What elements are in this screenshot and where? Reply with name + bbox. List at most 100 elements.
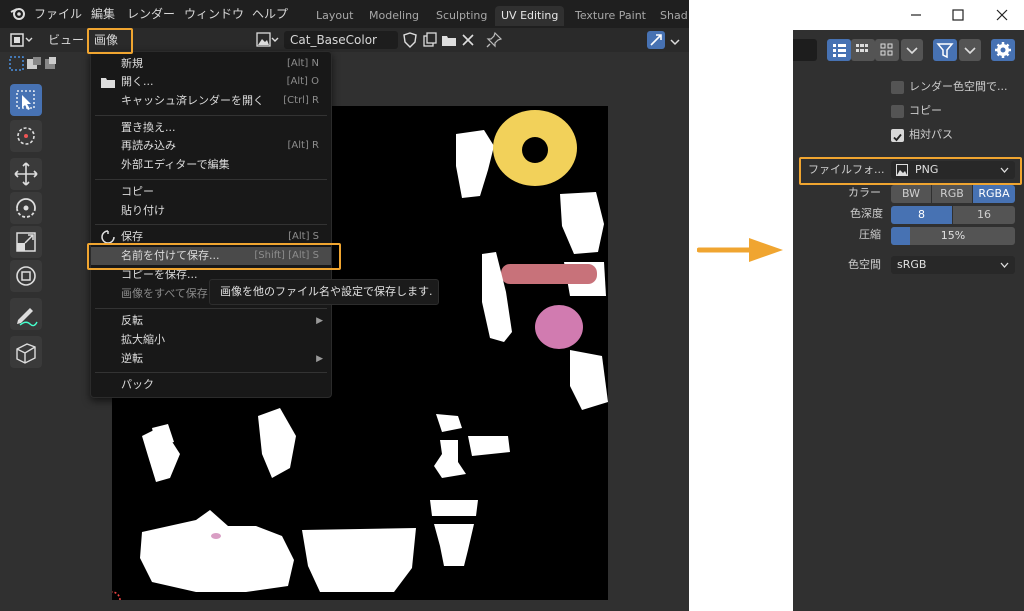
submenu-arrow-icon: ▶ [316, 354, 323, 364]
view-options-dropdown[interactable] [901, 39, 923, 61]
scale-tool[interactable] [10, 226, 42, 258]
menu-item-label: パック [121, 378, 154, 391]
menu-item-label: 外部エディターで編集 [121, 158, 230, 171]
menu-item-pack[interactable]: パック [91, 376, 331, 394]
highlight-image-menu [87, 28, 133, 54]
colorspace-label: 色空間 [848, 258, 881, 271]
select-mode-icon[interactable] [9, 56, 57, 72]
path-field[interactable] [793, 39, 817, 61]
menu-item-label: 新規 [121, 57, 143, 70]
tab-shading[interactable]: Shad [654, 6, 689, 26]
vertical-list-view-button[interactable] [827, 39, 851, 61]
copy-label: コピー [909, 104, 942, 117]
screenshot-root: ファイル 編集 レンダー ウィンドウ ヘルプ Layout Modeling S… [0, 0, 1024, 611]
tab-texture-paint[interactable]: Texture Paint [569, 6, 652, 26]
menu-separator [95, 179, 327, 180]
horizontal-list-view-button[interactable] [851, 39, 875, 61]
copy-checkbox[interactable] [891, 105, 904, 118]
minimize-icon[interactable] [910, 5, 922, 31]
tab-layout[interactable]: Layout [310, 6, 359, 26]
sample-tool[interactable] [10, 336, 42, 368]
color-bw-option[interactable]: BW [891, 185, 931, 203]
blender-window: ファイル 編集 レンダー ウィンドウ ヘルプ Layout Modeling S… [0, 0, 689, 611]
relative-path-checkbox[interactable] [891, 129, 904, 142]
file-browser-toolbar [793, 34, 1024, 66]
menu-item-open-cached-render[interactable]: キャッシュ済レンダーを開く [Ctrl] R [91, 92, 331, 110]
render-colorspace-checkbox[interactable] [891, 81, 904, 94]
menu-separator [95, 308, 327, 309]
menu-item-shortcut: [Alt] O [286, 76, 319, 87]
menu-item-label: 貼り付け [121, 204, 165, 217]
menu-item-label: 逆転 [121, 352, 143, 365]
menu-separator [95, 372, 327, 373]
colorspace-dropdown[interactable]: sRGB [891, 256, 1015, 274]
menu-separator [95, 115, 327, 116]
menu-item-open[interactable]: 開く... [Alt] O [91, 73, 331, 91]
move-tool[interactable] [10, 158, 42, 190]
settings-gear-button[interactable] [991, 39, 1015, 61]
rotate-tool[interactable] [10, 192, 42, 224]
color-label: カラー [848, 186, 881, 199]
menu-item-invert[interactable]: 逆転 ▶ [91, 350, 331, 368]
file-browser-settings-window: レンダー色空間で... コピー 相対パス ファイルフォ... PNG カラー B… [793, 0, 1024, 611]
compression-label: 圧縮 [859, 228, 881, 241]
filter-button[interactable] [933, 39, 957, 61]
depth-16-option[interactable]: 16 [953, 206, 1015, 224]
highlight-file-format [799, 157, 1022, 185]
close-icon[interactable] [996, 5, 1008, 31]
unlink-x-icon[interactable] [460, 32, 476, 48]
filter-dropdown[interactable] [959, 39, 981, 61]
view-menu[interactable]: ビュー [48, 31, 84, 49]
render-colorspace-label: レンダー色空間で... [909, 80, 1008, 93]
tab-modeling[interactable]: Modeling [363, 6, 425, 26]
chevron-down-icon[interactable] [669, 33, 685, 49]
color-rgb-option[interactable]: RGB [932, 185, 972, 203]
thumbnail-view-button[interactable] [875, 39, 899, 61]
menu-item-flip[interactable]: 反転 ▶ [91, 312, 331, 330]
menu-item-reload[interactable]: 再読み込み [Alt] R [91, 137, 331, 155]
uv-sync-icon[interactable] [647, 31, 665, 49]
submenu-arrow-icon: ▶ [316, 316, 323, 326]
image-browse-icon[interactable] [256, 32, 279, 48]
image-dropdown-menu: 新規 [Alt] N 開く... [Alt] O キャッシュ済レンダーを開く [Ctr… [90, 51, 332, 398]
image-name-field[interactable]: Cat_BaseColor [284, 31, 398, 49]
highlight-save-as [87, 243, 341, 270]
color-depth-label: 色深度 [850, 207, 883, 220]
menu-item-edit-externally[interactable]: 外部エディターで編集 [91, 156, 331, 174]
editor-type-icon[interactable] [10, 32, 33, 48]
depth-8-option[interactable]: 8 [891, 206, 952, 224]
menu-item-shortcut: [Alt] R [287, 140, 319, 151]
menu-item-replace[interactable]: 置き換え... [91, 119, 331, 137]
annotate-tool[interactable] [10, 298, 42, 330]
transform-tool[interactable] [10, 260, 42, 292]
menu-window[interactable]: ウィンドウ [184, 5, 244, 23]
duplicate-icon[interactable] [422, 32, 438, 48]
tooltip: 画像を他のファイル名や設定で保存します. [209, 279, 439, 305]
menu-separator [95, 224, 327, 225]
pin-icon[interactable] [486, 31, 503, 48]
open-folder-icon[interactable] [441, 32, 457, 48]
fake-user-shield-icon[interactable] [402, 32, 418, 48]
compression-slider[interactable]: 15% [891, 227, 1015, 245]
color-rgba-option[interactable]: RGBA [973, 185, 1015, 203]
menu-item-new[interactable]: 新規 [Alt] N [91, 55, 331, 73]
blender-logo-icon[interactable] [10, 5, 26, 23]
chevron-down-icon [1000, 256, 1009, 280]
tab-sculpting[interactable]: Sculpting [430, 6, 493, 26]
maximize-icon[interactable] [952, 5, 964, 31]
window-title-bar [793, 0, 1024, 30]
menu-item-shortcut: [Ctrl] R [283, 95, 319, 106]
menu-help[interactable]: ヘルプ [252, 5, 288, 23]
select-box-tool[interactable] [10, 84, 42, 116]
menu-edit[interactable]: 編集 [91, 5, 115, 23]
top-bar: ファイル 編集 レンダー ウィンドウ ヘルプ Layout Modeling S… [0, 0, 689, 28]
compression-value: 15% [940, 229, 966, 242]
cursor-tool[interactable] [10, 120, 42, 152]
menu-file[interactable]: ファイル [34, 5, 82, 23]
menu-item-resize[interactable]: 拡大縮小 [91, 331, 331, 349]
menu-render[interactable]: レンダー [127, 5, 175, 23]
tab-uv-editing[interactable]: UV Editing [495, 6, 565, 26]
menu-item-copy[interactable]: コピー [91, 183, 331, 201]
menu-item-paste[interactable]: 貼り付け [91, 202, 331, 220]
colorspace-value: sRGB [897, 258, 927, 271]
